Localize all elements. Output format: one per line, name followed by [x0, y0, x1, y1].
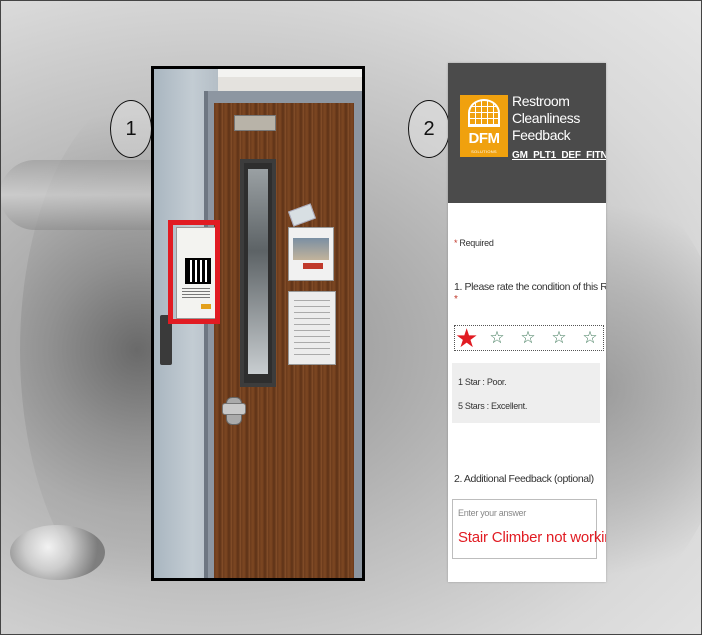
feedback-answer-field[interactable]: Enter your answer Stair Climber not work… — [452, 499, 606, 559]
required-label: Required — [459, 238, 494, 248]
door-window-glass — [248, 169, 268, 374]
door-handle — [222, 403, 246, 415]
star-empty-icon[interactable]: ☆ — [517, 327, 539, 349]
question-2-label: 2. Additional Feedback (optional) — [454, 473, 594, 485]
star-empty-icon[interactable]: ☆ — [486, 327, 508, 349]
star-rating[interactable]: ★ ☆ ☆ ☆ ☆ — [454, 325, 604, 351]
feedback-form: DFM SOLUTIONS Restroom Cleanliness Feedb… — [448, 63, 606, 582]
door-notice — [288, 291, 336, 365]
step-1-marker: 1 — [110, 100, 152, 158]
required-asterisk: * — [454, 238, 458, 248]
form-header: DFM SOLUTIONS Restroom Cleanliness Feedb… — [448, 63, 606, 203]
legend-line-2: 5 Stars : Excellent. — [458, 401, 528, 411]
answer-value: Stair Climber not working — [458, 529, 606, 546]
star-empty-icon[interactable]: ☆ — [548, 327, 570, 349]
rating-legend: 1 Star : Poor. 5 Stars : Excellent. — [452, 363, 600, 423]
required-note: * Required — [454, 238, 494, 248]
step-2-marker: 2 — [408, 100, 450, 158]
door-sign-image — [293, 238, 329, 260]
answer-placeholder: Enter your answer — [458, 508, 526, 518]
logo-subtext: SOLUTIONS — [471, 149, 497, 154]
logo-text: DFM — [468, 130, 501, 147]
door-sign-banner — [303, 263, 323, 269]
star-empty-icon[interactable]: ☆ — [579, 327, 601, 349]
globe-icon — [468, 99, 500, 127]
legend-line-1: 1 Star : Poor. — [458, 377, 507, 387]
form-subtitle[interactable]: GM_PLT1_DEF_FITNESS_CENTER — [512, 150, 606, 161]
door-notice-text — [294, 300, 330, 356]
qr-highlight-box — [168, 220, 220, 324]
door-window — [240, 159, 276, 387]
form-title: Restroom Cleanliness Feedback — [512, 93, 580, 143]
dfm-logo: DFM SOLUTIONS — [460, 95, 508, 157]
question-1-required: * — [454, 294, 458, 305]
star-filled-icon[interactable]: ★ — [455, 325, 478, 351]
question-1-label: 1. Please rate the condition of this Res… — [454, 281, 606, 293]
door-sign — [288, 227, 334, 281]
door-photo — [151, 66, 365, 581]
door-closer — [234, 115, 276, 131]
